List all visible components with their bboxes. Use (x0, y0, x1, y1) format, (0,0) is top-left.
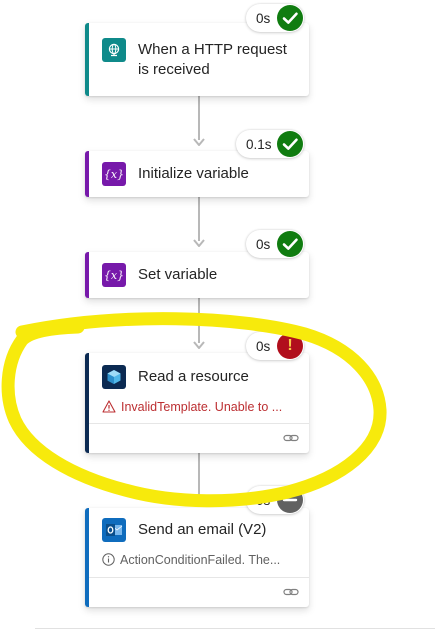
step-card-send-an-email[interactable]: Send an email (V2) ActionConditionFailed… (85, 508, 309, 607)
error-message-text: InvalidTemplate. Unable to ... (121, 400, 283, 414)
step-accent-bar (85, 353, 89, 453)
duration-badge: 0s (246, 4, 304, 32)
step-card-http-request[interactable]: When a HTTP request is received (85, 23, 309, 96)
duration-label: 0s (256, 338, 271, 354)
connector-arrow (193, 341, 205, 349)
step-title: Read a resource (138, 368, 249, 385)
bottom-divider (35, 628, 435, 629)
failed-exclamation-glyph: ! (287, 337, 293, 354)
duration-label: 0s (256, 10, 271, 26)
variable-icon: {x} (102, 263, 126, 287)
connector-line (198, 96, 200, 140)
connector-line (198, 197, 200, 241)
duration-label: 0.1s (246, 136, 272, 152)
variable-icon: {x} (102, 162, 126, 186)
step-title: Send an email (V2) (138, 521, 267, 538)
duration-label: 0s (256, 492, 271, 508)
step-accent-bar (85, 252, 89, 298)
card-divider (89, 423, 309, 424)
success-check-icon (277, 231, 303, 257)
link-icon[interactable] (283, 432, 299, 444)
error-message: InvalidTemplate. Unable to ... (102, 400, 301, 414)
duration-badge: 0.1s (236, 130, 304, 158)
skipped-status-icon (277, 487, 303, 513)
step-accent-bar (85, 151, 89, 197)
skip-reason-message: ActionConditionFailed. The... (102, 553, 301, 567)
variable-glyph: {x} (103, 167, 125, 181)
step-title: When a HTTP request is received (138, 41, 287, 78)
duration-badge: 0s (246, 486, 304, 514)
success-check-icon (277, 5, 303, 31)
step-accent-bar (85, 23, 89, 96)
connector-arrow (193, 138, 205, 146)
duration-badge: 0s ! (246, 332, 304, 360)
success-check-icon (277, 131, 303, 157)
skip-reason-text: ActionConditionFailed. The... (120, 553, 281, 567)
connector-arrow (193, 496, 205, 504)
step-card-set-variable[interactable]: {x} Set variable (85, 252, 309, 298)
step-accent-bar (85, 508, 89, 607)
step-title: Set variable (138, 266, 218, 283)
connector-line (198, 298, 200, 343)
card-divider (89, 577, 309, 578)
connector-arrow (193, 239, 205, 247)
duration-badge: 0s (246, 230, 304, 258)
azure-resource-manager-icon (102, 365, 126, 389)
step-title: Initialize variable (138, 165, 249, 182)
duration-label: 0s (256, 236, 271, 252)
outlook-icon (102, 518, 126, 542)
http-globe-icon (102, 38, 126, 62)
warning-icon (102, 400, 116, 413)
variable-glyph: {x} (103, 268, 125, 282)
flow-run-canvas: When a HTTP request is received 0s {x} I… (0, 0, 435, 631)
link-icon[interactable] (283, 586, 299, 598)
info-icon (102, 553, 115, 566)
connector-line (198, 453, 200, 498)
step-card-read-a-resource[interactable]: Read a resource InvalidTemplate. Unable … (85, 353, 309, 453)
